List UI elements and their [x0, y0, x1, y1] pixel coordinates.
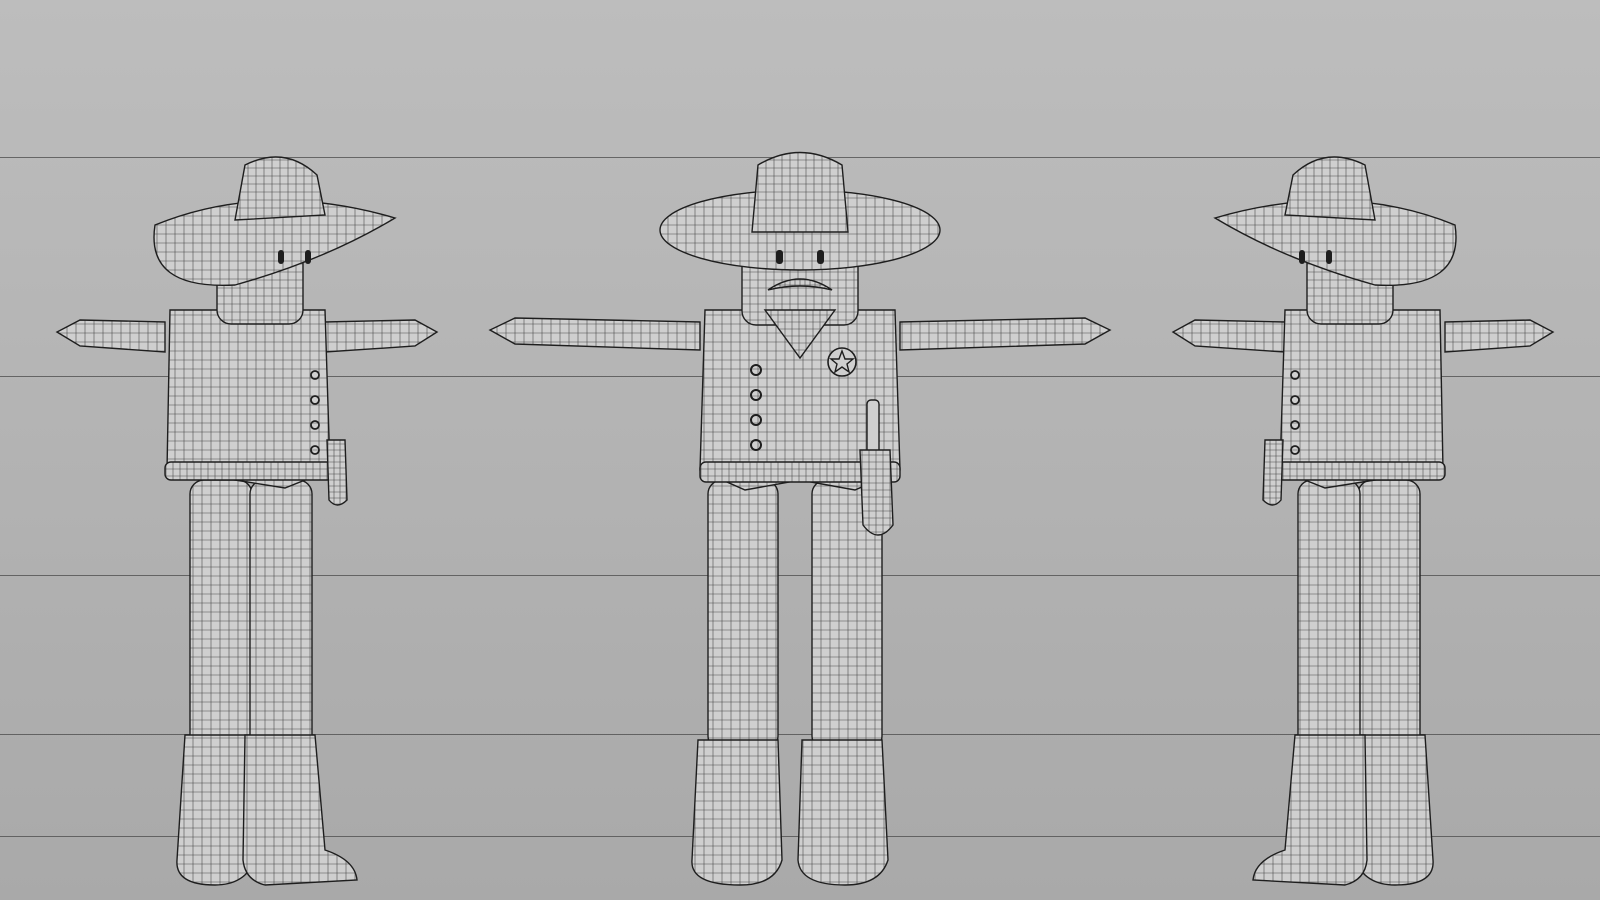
eye — [305, 250, 311, 264]
character-view-three-quarter-left — [55, 156, 439, 886]
turnaround-viewport — [0, 0, 1600, 900]
torso-vest — [699, 309, 901, 491]
left-eye — [776, 250, 783, 264]
eye — [1299, 250, 1305, 264]
null — [1171, 156, 1555, 886]
eye — [278, 250, 284, 264]
right-eye — [817, 250, 824, 264]
eye — [1326, 250, 1332, 264]
character-view-front — [488, 151, 1112, 886]
sheriff-star-badge-icon — [827, 347, 857, 377]
revolver-holster-icon — [866, 399, 880, 456]
character-view-three-quarter-right — [1171, 156, 1555, 886]
null — [55, 156, 439, 886]
